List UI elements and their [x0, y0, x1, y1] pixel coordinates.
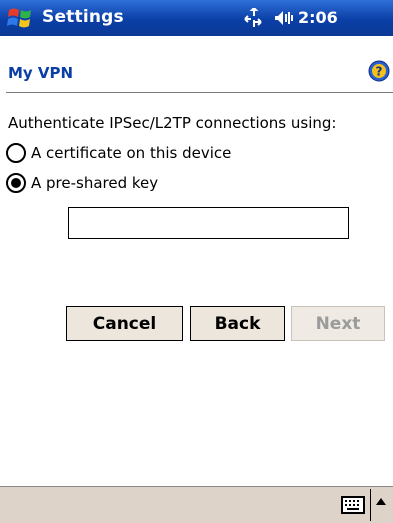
keyboard-icon[interactable] — [341, 496, 365, 514]
option-preshared-key-label[interactable]: A pre-shared key — [31, 174, 158, 192]
clock[interactable]: 2:06 — [298, 8, 338, 27]
option-certificate[interactable]: A certificate on this device — [6, 143, 231, 163]
menu-bar — [0, 486, 393, 523]
windows-flag-icon[interactable] — [6, 5, 34, 31]
next-button[interactable]: Next — [291, 306, 385, 341]
page-header: My VPN ? — [0, 56, 393, 86]
back-button[interactable]: Back — [190, 306, 285, 341]
header-divider — [6, 92, 393, 93]
title-bar: Settings 2:06 — [0, 0, 393, 36]
radio-preshared-key[interactable] — [6, 173, 26, 193]
app-title[interactable]: Settings — [42, 7, 124, 27]
auth-prompt: Authenticate IPSec/L2TP connections usin… — [8, 114, 337, 132]
sip-divider — [370, 489, 371, 521]
page-title: My VPN — [8, 64, 74, 82]
radio-certificate[interactable] — [6, 143, 26, 163]
svg-text:?: ? — [376, 65, 383, 79]
speaker-icon[interactable] — [274, 9, 296, 27]
arrow-up-icon[interactable] — [376, 498, 386, 505]
option-certificate-label[interactable]: A certificate on this device — [31, 144, 231, 162]
preshared-key-input[interactable] — [68, 207, 349, 239]
option-preshared-key[interactable]: A pre-shared key — [6, 173, 158, 193]
cancel-button[interactable]: Cancel — [66, 306, 183, 341]
help-icon[interactable]: ? — [368, 60, 390, 82]
connectivity-icon[interactable] — [243, 8, 263, 28]
